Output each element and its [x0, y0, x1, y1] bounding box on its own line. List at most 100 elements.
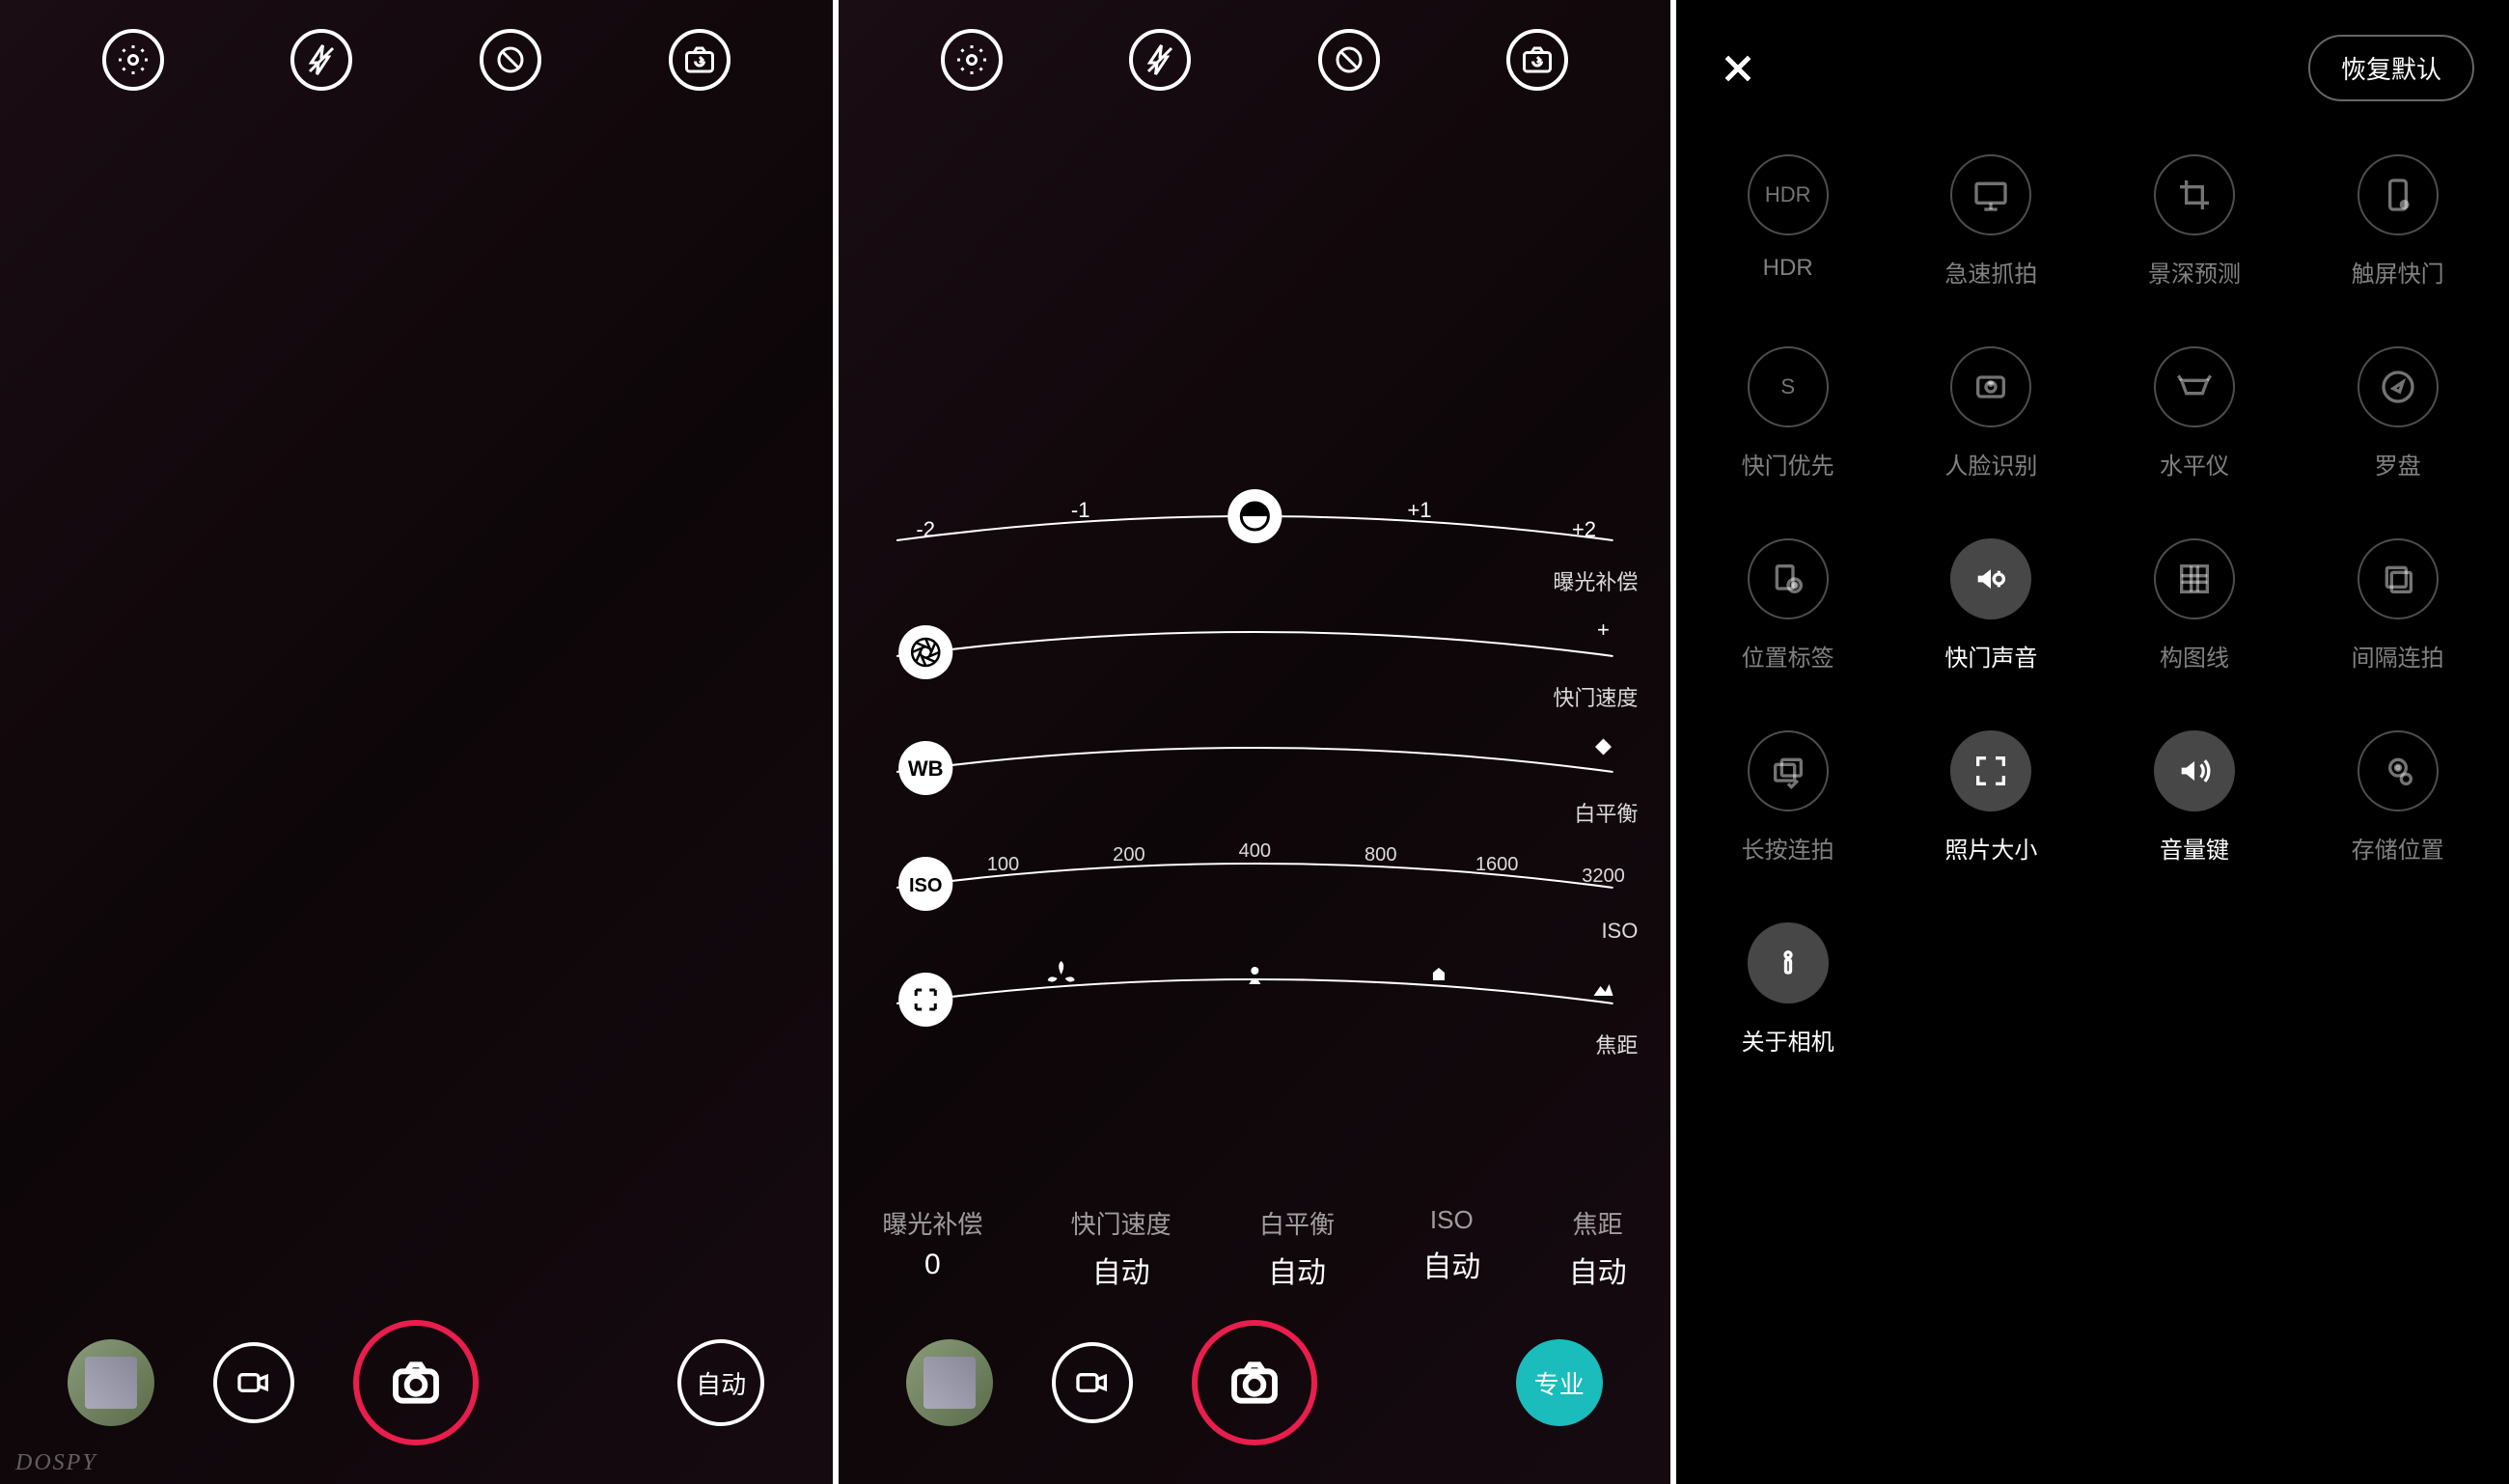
readout-iso[interactable]: ISO自动 — [1422, 1205, 1480, 1291]
svg-text:WB: WB — [908, 756, 944, 781]
svg-text:200: 200 — [1113, 844, 1144, 866]
setting-touch-shutter[interactable]: 触屏快门 — [2305, 154, 2490, 289]
timer-icon[interactable] — [1318, 29, 1380, 91]
svg-text:+2: +2 — [1572, 517, 1596, 541]
setting-label: 音量键 — [2160, 831, 2229, 865]
pro-sliders: -2 -1 +1 +2 曝光补偿 + 快门速度 — [839, 482, 1671, 1061]
slider-label: 曝光补偿 — [1553, 565, 1638, 596]
setting-label: 间隔连拍 — [2352, 639, 2444, 673]
setting-photo-size[interactable]: 照片大小 — [1899, 730, 2083, 865]
slider-iso[interactable]: 100 200 400 800 1600 3200 ISO ISO — [839, 830, 1671, 946]
switch-camera-icon[interactable] — [669, 29, 731, 91]
slider-exposure[interactable]: -2 -1 +1 +2 曝光补偿 — [839, 482, 1671, 598]
setting-burst-fast[interactable]: 急速抓拍 — [1899, 154, 2083, 289]
setting-shutter-priority[interactable]: S 快门优先 — [1696, 346, 1880, 481]
setting-about[interactable]: 关于相机 — [1696, 922, 1880, 1057]
readout-shutter[interactable]: 快门速度自动 — [1071, 1205, 1172, 1291]
flash-icon[interactable] — [1129, 29, 1191, 91]
settings-grid: HDRHDR急速抓拍景深预测 触屏快门 S 快门优先 人脸识别 水平仪 罗盘位置标签快门声音… — [1696, 154, 2490, 1057]
svg-text:800: 800 — [1365, 844, 1396, 866]
setting-compass[interactable]: 罗盘 — [2305, 346, 2490, 481]
setting-label: 照片大小 — [1944, 831, 2037, 865]
slider-label: ISO — [1601, 919, 1638, 944]
shutter-button[interactable] — [1192, 1320, 1317, 1445]
hdr-icon: HDR — [1748, 154, 1829, 235]
camera-settings-panel: 恢复默认 HDRHDR急速抓拍景深预测 触屏快门 S 快门优先 人脸识别 水平仪 罗盘位置标… — [1676, 0, 2509, 1484]
video-mode-button[interactable] — [213, 1342, 294, 1423]
top-toolbar — [0, 29, 833, 91]
setting-hdr[interactable]: HDRHDR — [1696, 154, 1880, 289]
slider-label: 快门速度 — [1553, 681, 1638, 712]
setting-label: 快门声音 — [1944, 639, 2037, 673]
shutter-button[interactable] — [353, 1320, 479, 1445]
setting-hold-burst[interactable]: 长按连拍 — [1696, 730, 1880, 865]
switch-camera-icon[interactable] — [1506, 29, 1568, 91]
bottom-bar: 自动 — [0, 1320, 833, 1445]
watermark: DOSPY — [15, 1450, 97, 1476]
readout-wb[interactable]: 白平衡自动 — [1259, 1205, 1335, 1291]
setting-label: 构图线 — [2160, 639, 2229, 673]
slider-focus[interactable]: 焦距 — [839, 946, 1671, 1061]
s-circle-icon: S — [1748, 346, 1829, 427]
slider-label: 白平衡 — [1574, 797, 1638, 828]
level-icon — [2154, 346, 2235, 427]
bottom-bar: 专业 — [839, 1320, 1671, 1445]
setting-face-detect[interactable]: 人脸识别 — [1899, 346, 2083, 481]
grid-icon — [2154, 538, 2235, 619]
svg-text:100: 100 — [986, 854, 1018, 875]
setting-shutter-sound[interactable]: 快门声音 — [1899, 538, 2083, 673]
setting-label: 罗盘 — [2375, 447, 2421, 481]
setting-label: 水平仪 — [2160, 447, 2229, 481]
setting-grid-lines[interactable]: 构图线 — [2103, 538, 2287, 673]
pro-readouts: 曝光补偿0 快门速度自动 白平衡自动 ISO自动 焦距自动 — [839, 1205, 1671, 1291]
svg-text:-2: -2 — [916, 517, 935, 541]
setting-storage[interactable]: 存储位置 — [2305, 730, 2490, 865]
svg-text:1600: 1600 — [1475, 854, 1519, 875]
monitor-icon — [1950, 154, 2031, 235]
settings-icon[interactable] — [941, 29, 1003, 91]
setting-label: 长按连拍 — [1742, 831, 1834, 865]
svg-text:3200: 3200 — [1582, 866, 1625, 887]
reset-defaults-button[interactable]: 恢复默认 — [2308, 35, 2474, 101]
close-icon[interactable] — [1711, 41, 1765, 96]
settings-icon[interactable] — [102, 29, 164, 91]
setting-label: 存储位置 — [2352, 831, 2444, 865]
readout-focus[interactable]: 焦距自动 — [1569, 1205, 1627, 1291]
gallery-thumbnail[interactable] — [68, 1339, 154, 1426]
mode-button-pro[interactable]: 专业 — [1516, 1339, 1603, 1426]
info-icon — [1748, 922, 1829, 1003]
geotag-icon — [1748, 538, 1829, 619]
stack-icon — [2357, 538, 2439, 619]
setting-geotag[interactable]: 位置标签 — [1696, 538, 1880, 673]
volume-icon — [2154, 730, 2235, 811]
camera-auto-panel: 自动 DOSPY — [0, 0, 839, 1484]
setting-volume-key[interactable]: 音量键 — [2103, 730, 2287, 865]
face-icon — [1950, 346, 2031, 427]
setting-label: 触屏快门 — [2352, 255, 2444, 289]
slider-wb[interactable]: WB 白平衡 — [839, 714, 1671, 830]
setting-label: 快门优先 — [1742, 447, 1834, 481]
gallery-thumbnail[interactable] — [906, 1339, 993, 1426]
setting-label: 关于相机 — [1742, 1023, 1834, 1057]
sound-gear-icon — [1950, 538, 2031, 619]
camera-pro-panel: -2 -1 +1 +2 曝光补偿 + 快门速度 — [839, 0, 1677, 1484]
setting-interval[interactable]: 间隔连拍 — [2305, 538, 2490, 673]
setting-label: 人脸识别 — [1944, 447, 2037, 481]
burst-icon — [1748, 730, 1829, 811]
setting-depth[interactable]: 景深预测 — [2103, 154, 2287, 289]
slider-label: 焦距 — [1595, 1029, 1638, 1059]
svg-text:400: 400 — [1238, 840, 1270, 862]
video-mode-button[interactable] — [1052, 1342, 1133, 1423]
storage-icon — [2357, 730, 2439, 811]
svg-text:ISO: ISO — [909, 875, 943, 896]
svg-text:+1: +1 — [1407, 498, 1431, 522]
slider-shutter[interactable]: + 快门速度 — [839, 598, 1671, 714]
compass-icon — [2357, 346, 2439, 427]
setting-level[interactable]: 水平仪 — [2103, 346, 2287, 481]
setting-label: 景深预测 — [2148, 255, 2241, 289]
timer-icon[interactable] — [480, 29, 541, 91]
flash-icon[interactable] — [290, 29, 352, 91]
touch-icon — [2357, 154, 2439, 235]
readout-exposure[interactable]: 曝光补偿0 — [882, 1205, 982, 1291]
mode-button-auto[interactable]: 自动 — [677, 1339, 764, 1426]
